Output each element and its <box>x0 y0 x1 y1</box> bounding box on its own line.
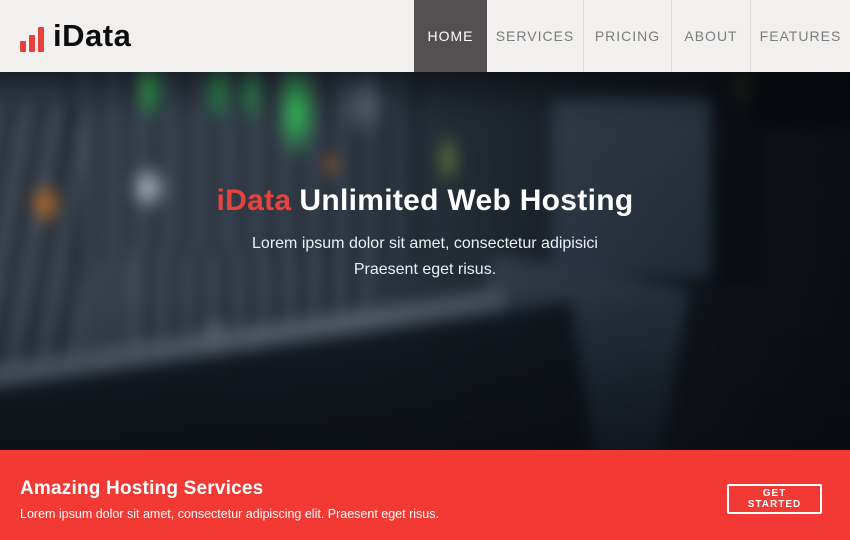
main-nav: HOME SERVICES PRICING ABOUT FEATURES <box>414 0 850 72</box>
nav-item-home[interactable]: HOME <box>414 0 487 72</box>
hero-title: iDataUnlimited Web Hosting <box>0 184 850 218</box>
get-started-button[interactable]: GET STARTED <box>727 484 822 514</box>
nav-item-about[interactable]: ABOUT <box>671 0 750 72</box>
brand-name: iData <box>53 18 131 54</box>
hero-title-rest: Unlimited Web Hosting <box>299 184 633 217</box>
site-header: iData HOME SERVICES PRICING ABOUT FEATUR… <box>0 0 850 72</box>
cta-text: Lorem ipsum dolor sit amet, consectetur … <box>20 507 439 521</box>
bar-chart-icon <box>20 27 44 52</box>
nav-item-services[interactable]: SERVICES <box>487 0 583 72</box>
hero-subtitle-line1: Lorem ipsum dolor sit amet, consectetur … <box>252 235 598 252</box>
cta-band: Amazing Hosting Services Lorem ipsum dol… <box>0 450 850 540</box>
nav-item-features[interactable]: FEATURES <box>750 0 850 72</box>
hero-subtitle: Lorem ipsum dolor sit amet, consectetur … <box>0 231 850 284</box>
hero-subtitle-line2: Praesent eget risus. <box>354 261 496 278</box>
hero-title-accent: iData <box>217 184 292 217</box>
hero-text-block: iDataUnlimited Web Hosting Lorem ipsum d… <box>0 184 850 284</box>
nav-item-pricing[interactable]: PRICING <box>583 0 671 72</box>
cta-heading: Amazing Hosting Services <box>20 478 263 500</box>
brand-logo[interactable]: iData <box>20 0 131 72</box>
hero-section: iDataUnlimited Web Hosting Lorem ipsum d… <box>0 72 850 450</box>
